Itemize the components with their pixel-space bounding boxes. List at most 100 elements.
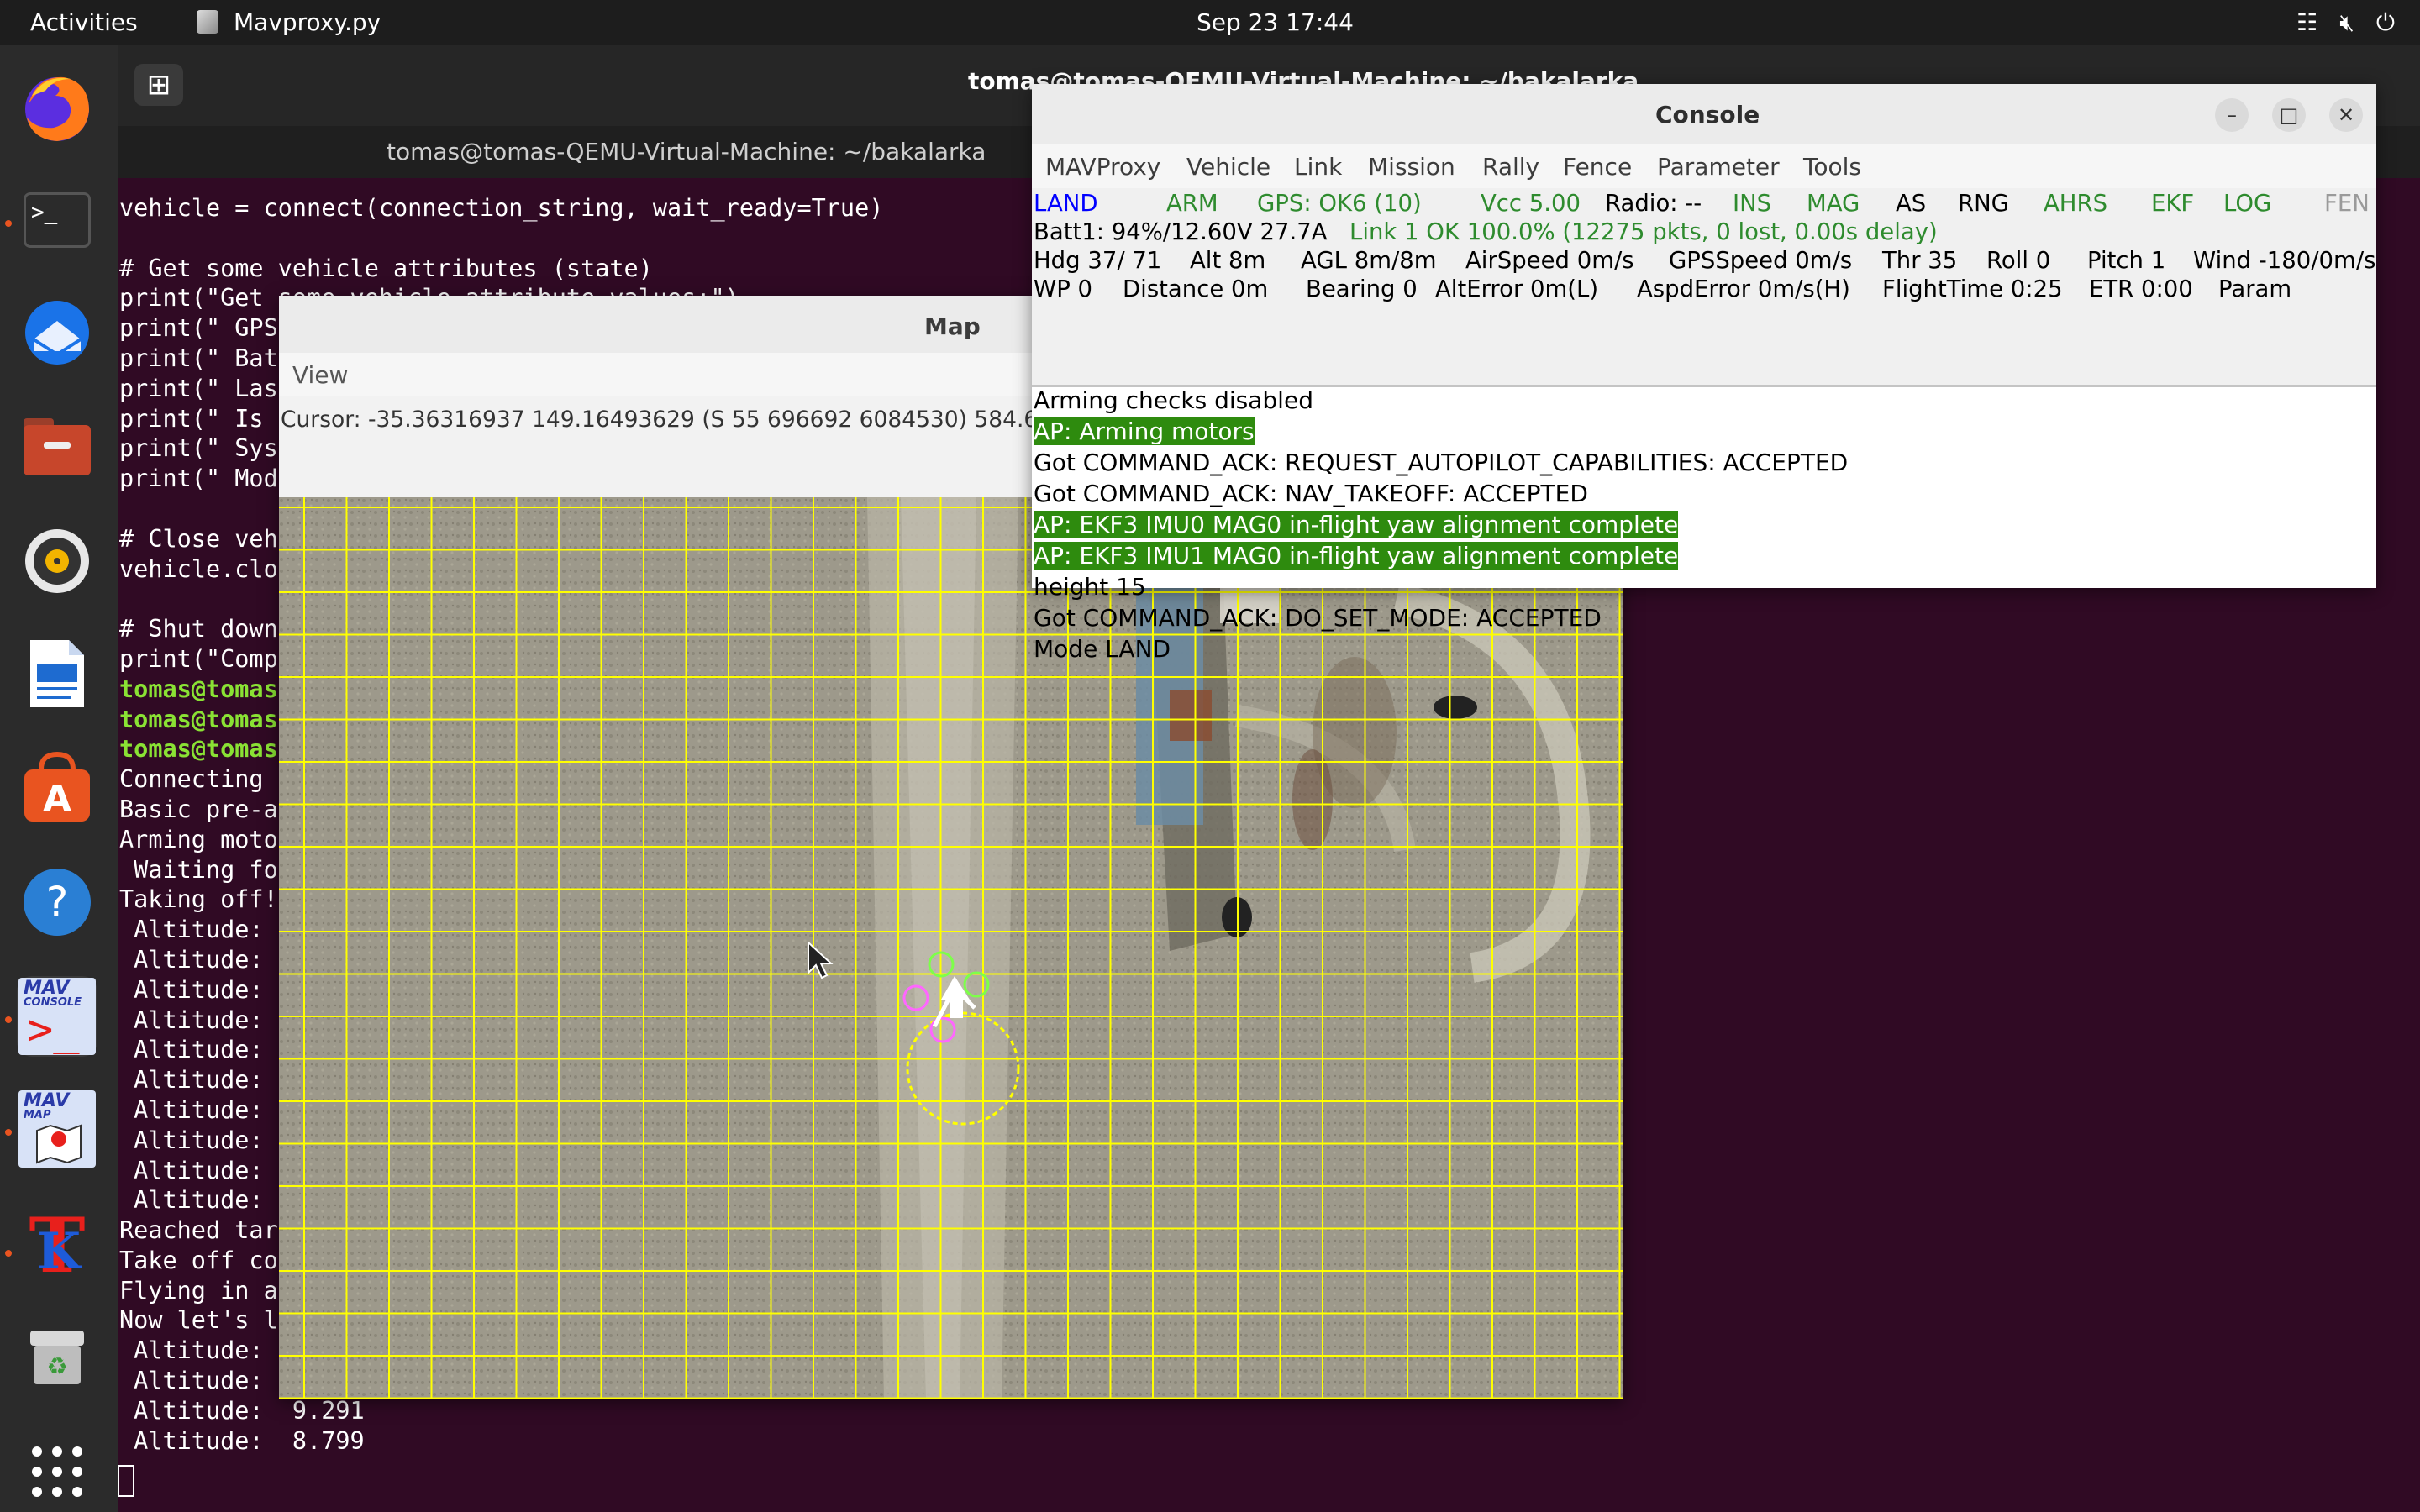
terminal-line: vehicle = connect(connection_string, wai… [119, 194, 884, 222]
libreoffice-writer-icon[interactable] [17, 633, 97, 714]
help-icon[interactable]: ? [17, 862, 97, 942]
terminal-cursor [118, 1465, 134, 1497]
console-status-panel: LAND ARM GPS: OK6 (10) Vcc 5.00 Radio: -… [1032, 188, 2376, 386]
status-gpsspeed: GPSSpeed 0m/s [1669, 247, 1853, 274]
status-battery: Batt1: 94%/12.60V 27.7A [1034, 218, 1328, 245]
console-menubar: MAVProxy Vehicle Link Mission Rally Fenc… [1032, 144, 2376, 190]
status-aspderror: AspdError 0m/s(H) [1637, 276, 1850, 302]
mav-map-sublabel: MAP [24, 1109, 51, 1121]
console-message: Got COMMAND_ACK: DO_SET_MODE: ACCEPTED [1034, 604, 1602, 632]
status-fen: FEN [2324, 190, 2370, 217]
status-ins: INS [1733, 190, 1772, 217]
status-heading: Hdg 37/ 71 [1034, 247, 1162, 274]
app-center-icon[interactable]: A [17, 748, 97, 828]
menu-tools[interactable]: Tools [1803, 153, 1861, 181]
running-indicator [5, 220, 12, 227]
status-alterror: AltError 0m(L) [1435, 276, 1599, 302]
status-radio: Radio: -- [1605, 190, 1702, 217]
status-ahrs: AHRS [2044, 190, 2108, 217]
trash-icon[interactable]: ♻ [17, 1315, 97, 1396]
status-arm: ARM [1166, 190, 1218, 217]
console-message: AP: Arming motors [1034, 417, 1255, 445]
console-titlebar[interactable]: Console – □ ✕ [1032, 84, 2376, 145]
thunderbird-icon[interactable] [17, 292, 97, 373]
console-message: Got COMMAND_ACK: NAV_TAKEOFF: ACCEPTED [1034, 480, 1588, 507]
svg-text:K: K [37, 1222, 82, 1280]
console-message: AP: EKF3 IMU1 MAG0 in-flight yaw alignme… [1034, 542, 1679, 570]
running-indicator [5, 1250, 12, 1257]
status-wind: Wind -180/0m/s [2193, 247, 2376, 274]
menu-link[interactable]: Link [1294, 153, 1342, 181]
power-icon[interactable]: ⏻ [2376, 8, 2395, 37]
status-vcc: Vcc 5.00 [1481, 190, 1581, 217]
terminal-line: Altitude: 8.799 [119, 1426, 365, 1455]
running-indicator [5, 1129, 12, 1136]
files-icon[interactable] [17, 407, 97, 487]
console-window[interactable]: Console – □ ✕ MAVProxy Vehicle Link Miss… [1032, 84, 2376, 663]
top-bar: Activities Mavproxy.py Sep 23 17:44 ☷ 🔇︎… [0, 0, 2420, 45]
status-ekf: EKF [2151, 190, 2195, 217]
system-tray[interactable]: ☷ 🔇︎ ⏻ [2296, 8, 2395, 37]
maximize-icon[interactable]: □ [2272, 98, 2306, 132]
network-icon[interactable]: ☷ [2296, 8, 2317, 37]
mav-map-icon[interactable]: MAV MAP [17, 1089, 97, 1169]
status-log: LOG [2223, 190, 2272, 217]
volume-muted-icon[interactable]: 🔇︎ [2339, 8, 2354, 37]
console-window-title: Console [1655, 101, 1760, 129]
mavproxy-app-icon [197, 10, 218, 34]
console-message: Got COMMAND_ACK: REQUEST_AUTOPILOT_CAPAB… [1034, 449, 1849, 476]
status-distance: Distance 0m [1123, 276, 1269, 302]
svg-text:?: ? [46, 878, 69, 927]
map-menu-view[interactable]: View [292, 361, 348, 389]
terminal-icon[interactable]: >_ [17, 180, 97, 260]
status-gps: GPS: OK6 (10) [1257, 190, 1422, 217]
status-pitch: Pitch 1 [2087, 247, 2166, 274]
console-message: AP: EKF3 IMU0 MAG0 in-flight yaw alignme… [1034, 511, 1679, 538]
status-rng: RNG [1958, 190, 2009, 217]
status-as: AS [1896, 190, 1927, 217]
mav-console-icon[interactable]: MAV CONSOLE >_ [17, 976, 97, 1057]
status-airspeed: AirSpeed 0m/s [1465, 247, 1634, 274]
status-link: Link 1 OK 100.0% (12275 pkts, 0 lost, 0.… [1349, 218, 1938, 245]
svg-text:A: A [43, 778, 71, 821]
menu-mission[interactable]: Mission [1368, 153, 1455, 181]
terminal-tab-label[interactable]: tomas@tomas-QEMU-Virtual-Machine: ~/baka… [387, 138, 986, 165]
close-icon[interactable]: ✕ [2329, 98, 2363, 132]
console-message: height 15 [1034, 573, 1146, 601]
show-apps-icon[interactable] [17, 1431, 97, 1512]
new-tab-button[interactable]: ⊞ [134, 64, 183, 106]
status-agl: AGL 8m/8m [1301, 247, 1437, 274]
map-canvas[interactable] [279, 497, 1623, 1399]
active-app-name[interactable]: Mavproxy.py [234, 8, 381, 36]
svg-text:♻: ♻ [46, 1352, 67, 1380]
tk-app-icon[interactable]: TK [17, 1203, 97, 1284]
map-window-title: Map [924, 312, 981, 340]
activities-button[interactable]: Activities [30, 8, 138, 36]
menu-fence[interactable]: Fence [1563, 153, 1632, 181]
clock[interactable]: Sep 23 17:44 [1197, 8, 1354, 36]
map-cursor-readout: Cursor: -35.36316937 149.16493629 (S 55 … [281, 407, 1081, 433]
status-altitude: Alt 8m [1190, 247, 1266, 274]
terminal-line: Altitude: 9.291 [119, 1396, 365, 1425]
menu-mavproxy[interactable]: MAVProxy [1045, 153, 1160, 181]
status-flighttime: FlightTime 0:25 [1882, 276, 2063, 302]
running-indicator [5, 1016, 12, 1023]
status-throttle: Thr 35 [1882, 247, 1958, 274]
console-message: Arming checks disabled [1034, 386, 1313, 414]
menu-rally[interactable]: Rally [1482, 153, 1539, 181]
status-mag: MAG [1807, 190, 1860, 217]
status-param: Param [2218, 276, 2292, 302]
status-etr: ETR 0:00 [2089, 276, 2193, 302]
rhythmbox-icon[interactable] [17, 521, 97, 601]
status-mode: LAND [1034, 190, 1098, 217]
status-waypoint: WP 0 [1034, 276, 1093, 302]
firefox-icon[interactable] [17, 67, 97, 148]
menu-parameter[interactable]: Parameter [1657, 153, 1780, 181]
menu-vehicle[interactable]: Vehicle [1186, 153, 1270, 181]
dock: >_ A ? MAV CONSOLE >_ MAV MAP TK ♻ [0, 45, 118, 1512]
minimize-icon[interactable]: – [2215, 98, 2249, 132]
terminal-line: # Get some vehicle attributes (state) [119, 254, 653, 282]
status-roll: Roll 0 [1986, 247, 2051, 274]
satellite-map[interactable] [279, 497, 1623, 1399]
